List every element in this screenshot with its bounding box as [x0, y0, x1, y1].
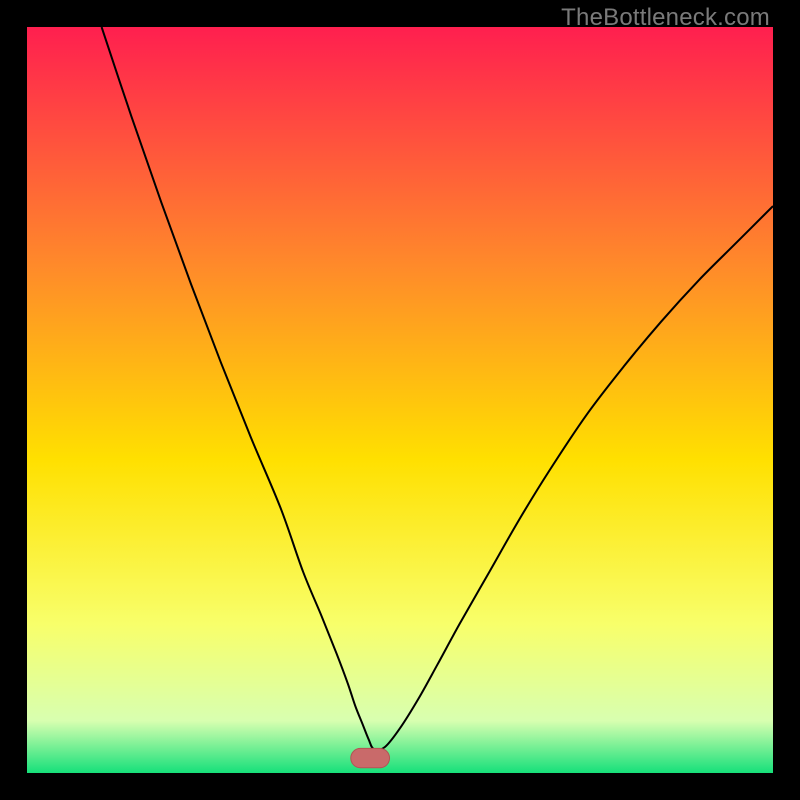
chart-svg: [27, 27, 773, 773]
chart-frame: TheBottleneck.com: [0, 0, 800, 800]
optimal-marker: [351, 748, 390, 767]
plot-area: [27, 27, 773, 773]
watermark-text: TheBottleneck.com: [561, 4, 770, 32]
